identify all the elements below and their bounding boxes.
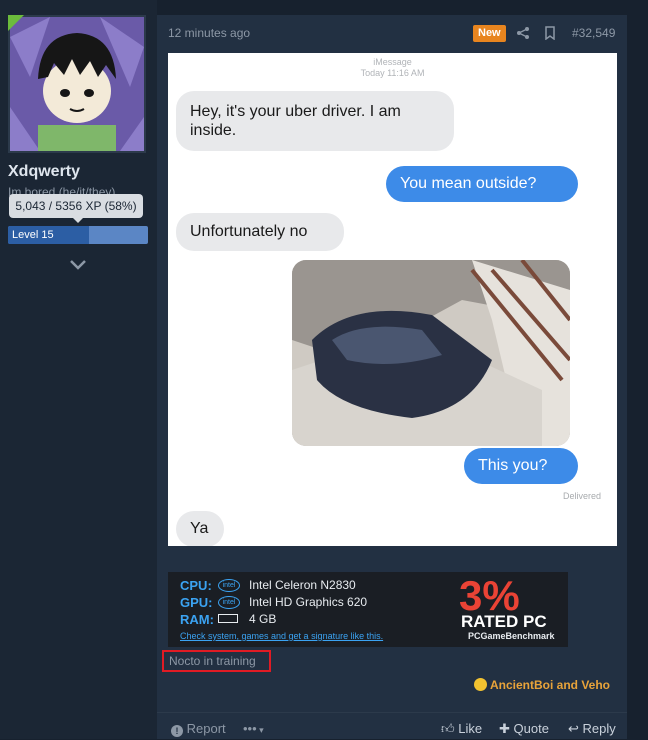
avatar[interactable] (8, 15, 146, 153)
delivered-label: Delivered (562, 491, 601, 501)
online-indicator (8, 15, 24, 31)
post-number[interactable]: #32,549 (572, 26, 615, 40)
chevron-down-icon[interactable] (68, 258, 88, 272)
post-image[interactable]: iMessage Today 11:16 AM Hey, it's your u… (168, 53, 617, 546)
intel-logo-icon: intel (218, 579, 240, 592)
imessage-time-label: Today 11:16 AM (360, 68, 425, 78)
quote-button[interactable]: ✚ Quote (499, 721, 549, 737)
ram-label: RAM: (180, 612, 214, 627)
cpu-value: Intel Celeron N2830 (249, 578, 356, 592)
message-bubble: This you? (464, 448, 578, 484)
thumbs-up-icon: 👍︎ (441, 721, 455, 736)
like-button[interactable]: 👍︎ Like (441, 721, 482, 737)
new-badge: New (473, 25, 506, 42)
message-bubble: Ya (176, 511, 224, 546)
signature-link[interactable]: Check system, games and get a signature … (180, 631, 383, 641)
ellipsis-icon: ••• (243, 721, 257, 736)
reply-label: Reply (582, 721, 616, 736)
intel-logo-icon: intel (218, 596, 240, 609)
avatar-image (10, 17, 144, 151)
ram-icon (218, 614, 238, 623)
ram-value: 4 GB (249, 612, 277, 626)
xp-tooltip: 5,043 / 5356 XP (58%) (9, 194, 143, 223)
report-icon: ! (171, 725, 183, 737)
pcgamebenchmark-logo: PCGameBenchmark (468, 631, 555, 641)
cpu-label: CPU: (180, 578, 212, 593)
quote-label: Quote (513, 721, 549, 736)
caret-down-icon: ▾ (256, 725, 264, 735)
message-photo (292, 260, 570, 446)
username[interactable]: Xdqwerty (8, 163, 80, 181)
mood-text: Nocto in training (162, 650, 271, 672)
report-label: Report (186, 721, 226, 736)
more-options-button[interactable]: ••• ▾ (243, 721, 264, 736)
reply-button[interactable]: ↩ Reply (568, 721, 616, 737)
pc-signature[interactable]: CPU: intel Intel Celeron N2830 GPU: inte… (168, 572, 568, 647)
gpu-value: Intel HD Graphics 620 (249, 595, 368, 609)
reply-icon: ↩ (568, 721, 579, 736)
gpu-label: GPU: (180, 595, 213, 610)
rated-label: RATED PC (461, 612, 547, 631)
reactions-summary[interactable]: AncientBoi and Veho (474, 678, 610, 692)
message-bubble: You mean outside? (386, 166, 578, 202)
post-actions: ! Report ••• ▾ 👍︎ Like ✚ Quote ↩ Reply (157, 712, 627, 740)
level-progress-bar[interactable]: Level 15 (8, 226, 148, 244)
laugh-reaction-icon (474, 678, 487, 691)
like-label: Like (458, 721, 483, 736)
share-icon[interactable] (516, 26, 530, 45)
plus-icon: ✚ (499, 721, 510, 736)
post-time[interactable]: 12 minutes ago (168, 26, 250, 40)
user-sidebar: Xdqwerty Im bored (he/it/they) Member 5,… (0, 0, 157, 739)
message-bubble: Hey, it's your uber driver. I am inside. (176, 91, 454, 151)
imessage-app-label: iMessage (373, 57, 412, 67)
reactions-users[interactable]: AncientBoi and Veho (490, 678, 610, 692)
message-bubble: Unfortunately no (176, 213, 344, 251)
imessage-header: iMessage Today 11:16 AM (168, 57, 617, 79)
level-label: Level 15 (12, 229, 54, 241)
report-button[interactable]: ! Report (171, 721, 226, 737)
bookmark-icon[interactable] (544, 26, 556, 45)
